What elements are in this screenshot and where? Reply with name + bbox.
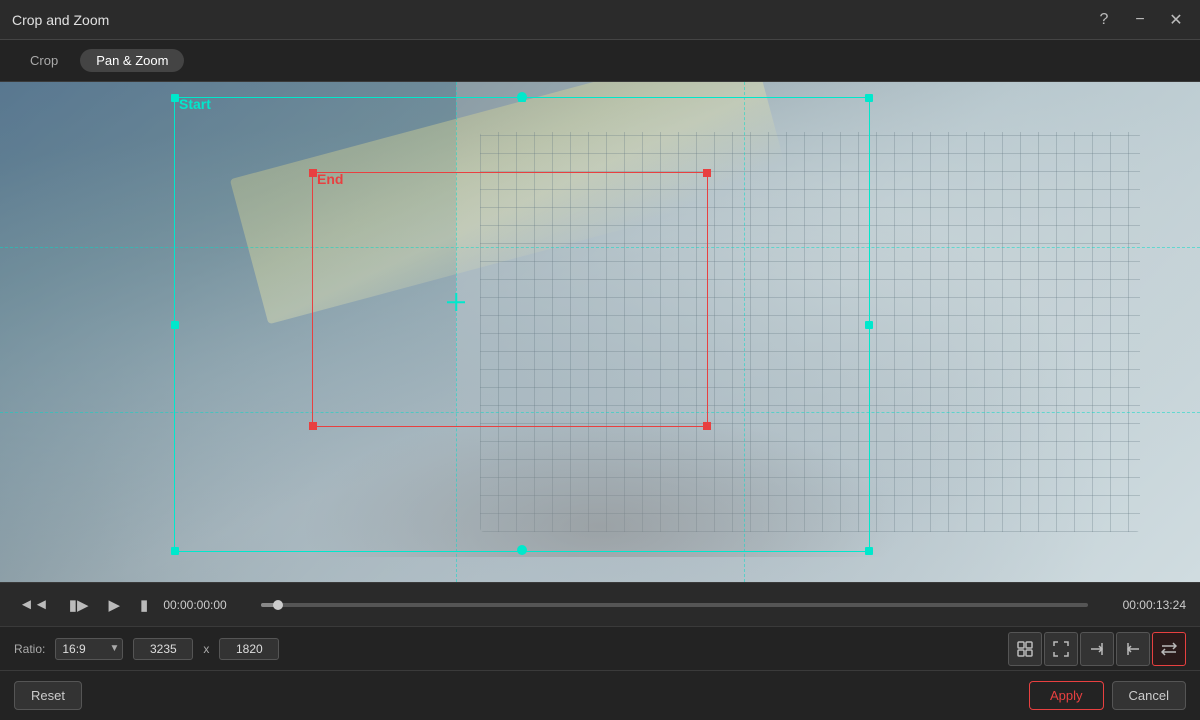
width-input[interactable] (133, 638, 193, 660)
align-left-button[interactable] (1116, 632, 1150, 666)
timecode-current: 00:00:00:00 (163, 598, 251, 612)
tab-crop[interactable]: Crop (14, 49, 74, 72)
reset-button[interactable]: Reset (14, 681, 82, 710)
tab-bar: Crop Pan & Zoom (0, 40, 1200, 82)
titlebar-controls: ? − ✕ (1092, 8, 1188, 32)
help-button[interactable]: ? (1092, 8, 1116, 32)
timeline-track[interactable] (261, 603, 1088, 607)
ratio-label: Ratio: (14, 642, 45, 656)
crosshair (447, 293, 465, 311)
timeline-playhead[interactable] (273, 600, 283, 610)
cancel-button[interactable]: Cancel (1112, 681, 1186, 710)
play-button[interactable]: ▶ (104, 593, 126, 617)
close-button[interactable]: ✕ (1164, 8, 1188, 32)
titlebar: Crop and Zoom ? − ✕ (0, 0, 1200, 40)
stop-button[interactable]: ▮ (135, 593, 153, 617)
main-area: Start End ◄◄ ▮▶ ▶ ▮ (0, 82, 1200, 720)
bottom-bar: Reset Apply Cancel (0, 670, 1200, 720)
skip-back-button[interactable]: ◄◄ (14, 593, 54, 616)
fit-all-button[interactable] (1008, 632, 1042, 666)
tab-pan-zoom[interactable]: Pan & Zoom (80, 49, 184, 72)
minimize-button[interactable]: − (1128, 8, 1152, 32)
fit-screen-button[interactable] (1044, 632, 1078, 666)
swap-button[interactable] (1152, 632, 1186, 666)
controls-bar: ◄◄ ▮▶ ▶ ▮ 00:00:00:00 00:00:13:24 (0, 582, 1200, 626)
ratio-select[interactable]: 16:9 4:3 1:1 9:16 Custom (55, 638, 123, 660)
align-right-button[interactable] (1080, 632, 1114, 666)
video-dishes (300, 407, 900, 557)
timecode-end: 00:00:13:24 (1098, 598, 1186, 612)
ratio-select-wrap: 16:9 4:3 1:1 9:16 Custom ▼ (55, 638, 123, 660)
play-back-button[interactable]: ▮▶ (64, 593, 94, 617)
dim-separator: x (203, 642, 209, 656)
window-title: Crop and Zoom (12, 12, 109, 28)
apply-button[interactable]: Apply (1029, 681, 1104, 710)
video-canvas[interactable]: Start End (0, 82, 1200, 582)
height-input[interactable] (219, 638, 279, 660)
options-bar: Ratio: 16:9 4:3 1:1 9:16 Custom ▼ x (0, 626, 1200, 670)
icon-buttons (1008, 632, 1186, 666)
